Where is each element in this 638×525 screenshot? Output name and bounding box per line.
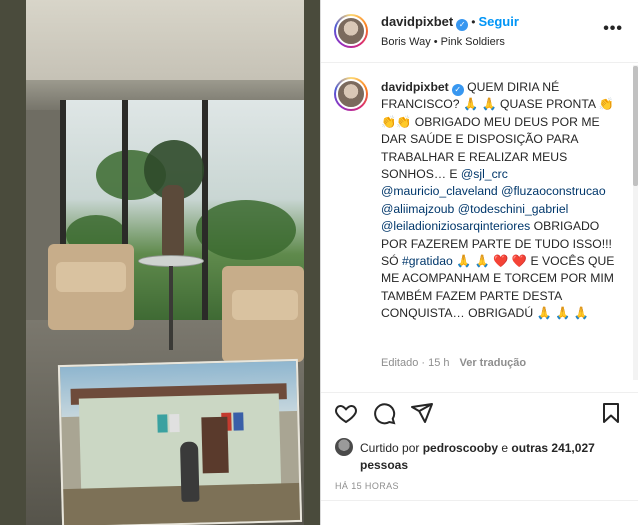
mention-link[interactable]: @mauricio_claveland xyxy=(381,184,498,198)
audio-subtitle[interactable]: Boris Way • Pink Soldiers xyxy=(381,36,505,48)
caption-area: davidpixbet ✓ QUEM DIRIA NÉ FRANCISCO? 🙏 … xyxy=(321,63,638,381)
caption-meta: Editado · 15 h Ver tradução xyxy=(381,357,526,369)
caption-username[interactable]: davidpixbet xyxy=(381,80,449,94)
author-line: davidpixbet ✓ • Seguir xyxy=(381,13,519,31)
photo-palm xyxy=(196,200,296,260)
caption-avatar[interactable] xyxy=(334,77,368,111)
liker-username[interactable]: pedroscooby xyxy=(423,441,498,455)
photo-table-leg xyxy=(169,266,173,350)
author-username[interactable]: davidpixbet xyxy=(381,14,453,29)
inset-photo xyxy=(57,358,303,525)
liker-avatar[interactable] xyxy=(335,438,353,456)
action-bar xyxy=(321,392,638,432)
more-icon[interactable]: ••• xyxy=(603,20,623,38)
inset-clothes xyxy=(233,412,244,431)
mention-link[interactable]: @leiladionizio​sarqinteriores xyxy=(381,219,530,233)
mention-link[interactable]: @aliimajzoub xyxy=(381,202,454,216)
mention-link[interactable]: @todeschini_gabriel xyxy=(458,202,569,216)
comment-icon[interactable] xyxy=(372,401,396,425)
translate-link[interactable]: Ver tradução xyxy=(460,357,527,369)
caption-text: davidpixbet ✓ QUEM DIRIA NÉ FRANCISCO? 🙏 … xyxy=(381,79,621,323)
likes-prefix: Curtido por xyxy=(360,441,423,455)
likes-middle: e xyxy=(498,441,512,455)
bookmark-icon[interactable] xyxy=(599,401,623,425)
follow-button[interactable]: Seguir xyxy=(478,14,518,29)
post-timestamp[interactable]: HÁ 15 HORAS xyxy=(335,481,399,491)
mention-link[interactable]: @fluzaoconstrucao xyxy=(501,184,606,198)
verified-icon: ✓ xyxy=(451,84,464,96)
scrollbar-thumb[interactable] xyxy=(633,66,638,186)
inset-clothes xyxy=(157,414,168,433)
photo-mullion xyxy=(202,100,208,330)
likes-text: Curtido por pedroscooby e outras 241,027… xyxy=(360,440,635,474)
caption-body-1: QUEM DIRIA NÉ FRANCISCO? 🙏 🙏 QUASE PRONT… xyxy=(381,80,614,182)
heart-icon[interactable] xyxy=(334,401,358,425)
inset-person xyxy=(179,441,200,502)
inset-clothes xyxy=(169,414,180,433)
post-media[interactable] xyxy=(0,0,320,525)
hashtag-link[interactable]: #gratidao xyxy=(402,254,453,268)
divider xyxy=(321,500,638,501)
verified-icon: ✓ xyxy=(456,19,469,31)
photo-chair-cushion xyxy=(56,262,126,292)
author-avatar[interactable] xyxy=(334,14,368,48)
photo-chair-cushion xyxy=(232,290,298,320)
share-icon[interactable] xyxy=(410,401,434,425)
mention-link[interactable]: @sjl_crc xyxy=(461,167,508,181)
post-header: davidpixbet ✓ • Seguir Boris Way • Pink Sol… xyxy=(321,0,638,63)
post-panel: davidpixbet ✓ • Seguir Boris Way • Pink Sol… xyxy=(320,0,638,525)
separator-dot: • xyxy=(471,15,476,29)
inset-door xyxy=(201,416,229,474)
photo-vase xyxy=(162,185,184,257)
edited-label: Editado · 15 h xyxy=(381,357,450,369)
